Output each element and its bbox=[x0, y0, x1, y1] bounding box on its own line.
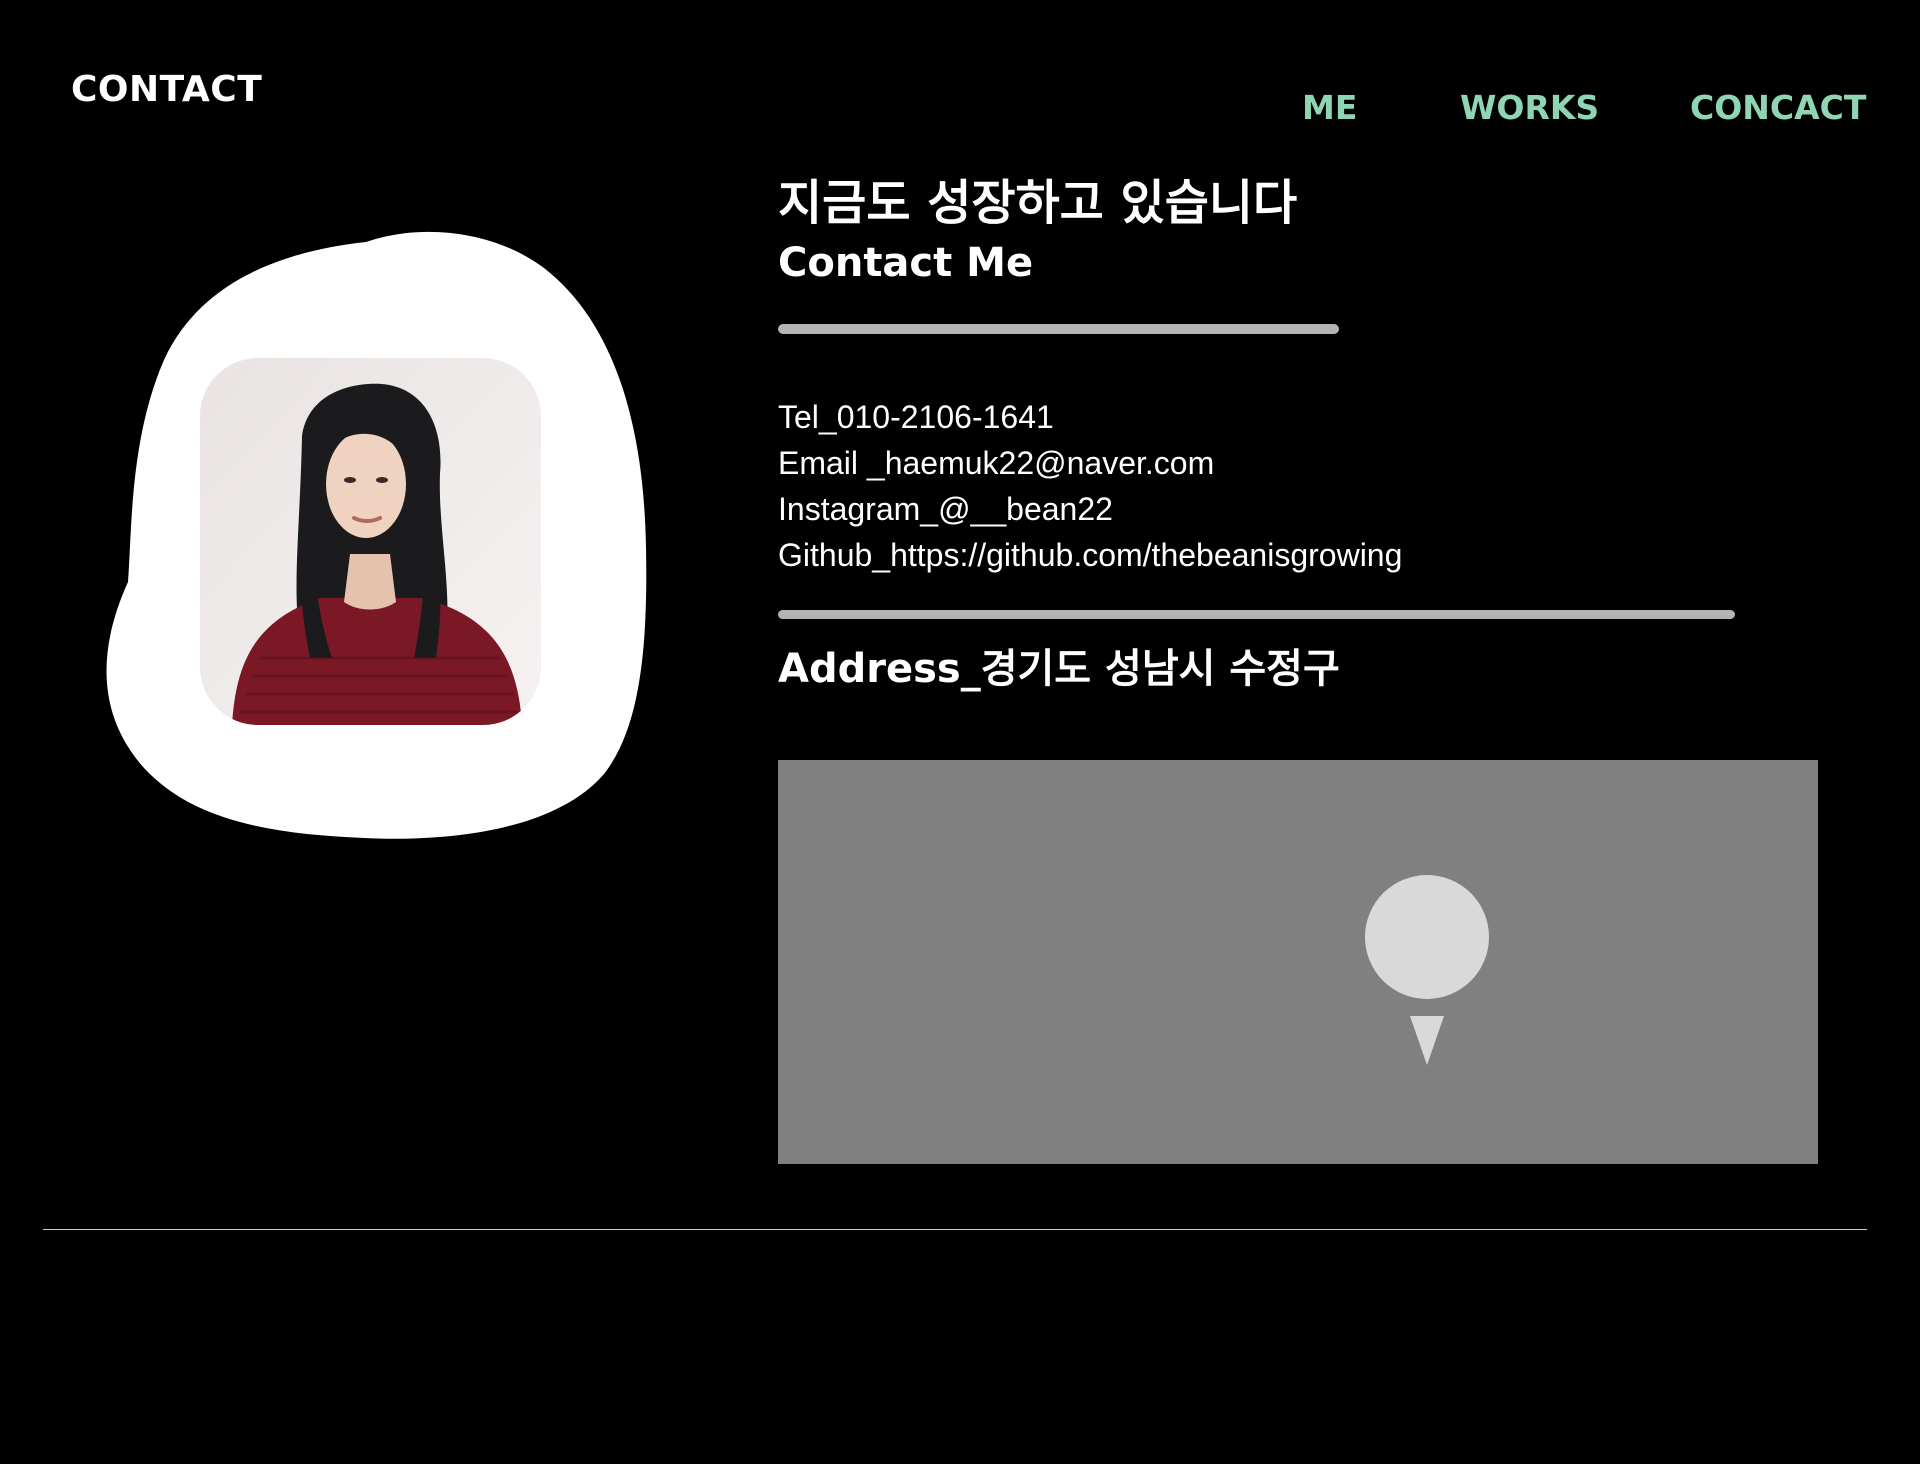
nav-item-contact[interactable]: CONCACT bbox=[1690, 84, 1866, 132]
contact-email: Email _haemuk22@naver.com bbox=[778, 445, 1215, 481]
contact-instagram: Instagram_@__bean22 bbox=[778, 491, 1113, 527]
footer-divider bbox=[43, 1229, 1867, 1230]
profile-photo bbox=[200, 358, 541, 725]
contact-me-heading: Contact Me bbox=[778, 240, 1034, 286]
contact-content: 지금도 성장하고 있습니다 Contact Me Tel_010-2106-16… bbox=[778, 170, 1838, 697]
location-pin-icon bbox=[1365, 875, 1489, 1065]
contact-tel: Tel_010-2106-1641 bbox=[778, 399, 1054, 435]
divider-short bbox=[778, 324, 1339, 334]
nav-item-me[interactable]: ME bbox=[1302, 84, 1357, 132]
headline: 지금도 성장하고 있습니다 bbox=[778, 175, 1298, 231]
divider-long bbox=[778, 610, 1735, 619]
contact-list: Tel_010-2106-1641 Email _haemuk22@naver.… bbox=[778, 394, 1838, 578]
map-placeholder[interactable] bbox=[778, 760, 1818, 1164]
profile-photo-image bbox=[200, 358, 541, 725]
top-nav: ME WORKS CONCACT bbox=[1300, 84, 1866, 132]
profile-card bbox=[104, 228, 647, 840]
contact-address: Address_경기도 성남시 수정구 bbox=[778, 646, 1340, 692]
section-label: CONTACT bbox=[71, 69, 263, 110]
contact-github: Github_https://github.com/thebeanisgrowi… bbox=[778, 537, 1403, 573]
nav-item-works[interactable]: WORKS bbox=[1460, 84, 1599, 132]
